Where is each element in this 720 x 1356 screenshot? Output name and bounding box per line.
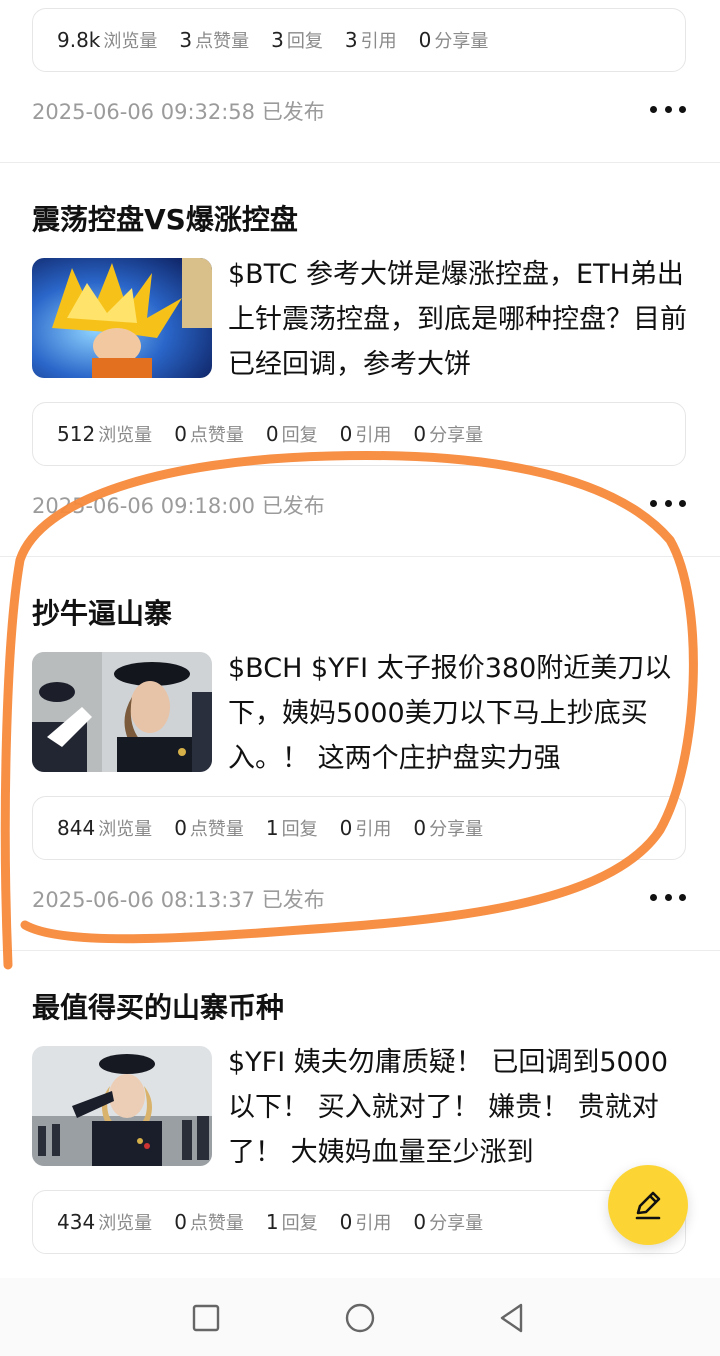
likes-stat[interactable]: 0 点赞量 [174, 815, 244, 841]
views-stat: 512 浏览量 [57, 422, 153, 446]
post-excerpt[interactable]: $YFI 姨夫勿庸质疑！ 已回调到5000以下！ 买入就对了！ 嫌贵！ 贵就对了… [228, 1040, 688, 1175]
post-stats: 9.8k 浏览量 3 点赞量 3 回复 3 引用 0 分享量 [32, 8, 686, 72]
home-button[interactable] [340, 1298, 380, 1338]
more-dots-icon[interactable] [650, 498, 686, 508]
quotes-stat[interactable]: 3 引用 [345, 27, 397, 53]
views-stat: 844 浏览量 [57, 816, 153, 840]
post-excerpt[interactable]: $BTC 参考大饼是爆涨控盘，ETH弟出上针震荡控盘，到底是哪种控盘？目前已经回… [228, 252, 688, 387]
likes-stat[interactable]: 3 点赞量 [179, 27, 249, 53]
publish-time: 2025-06-06 08:13:37 已发布 [32, 888, 325, 912]
divider [0, 556, 720, 557]
post-thumbnail[interactable] [32, 652, 212, 772]
quotes-stat[interactable]: 0 引用 [340, 815, 392, 841]
shares-stat[interactable]: 0 分享量 [413, 1209, 483, 1235]
post-thumbnail[interactable] [32, 1046, 212, 1166]
views-stat: 434 浏览量 [57, 1210, 153, 1234]
likes-stat[interactable]: 0 点赞量 [174, 1209, 244, 1235]
post-excerpt[interactable]: $BCH $YFI 太子报价380附近美刀以下，姨妈5000美刀以下马上抄底买入… [228, 646, 688, 781]
more-dots-icon[interactable] [650, 892, 686, 902]
more-dots-icon[interactable] [650, 104, 686, 114]
system-nav-bar [0, 1278, 720, 1356]
square-icon [192, 1304, 220, 1332]
triangle-back-icon [500, 1303, 523, 1333]
publish-time: 2025-06-06 09:18:00 已发布 [32, 494, 325, 518]
shares-stat[interactable]: 0 分享量 [413, 815, 483, 841]
replies-stat[interactable]: 1 回复 [266, 815, 318, 841]
post-thumbnail[interactable] [32, 258, 212, 378]
quotes-stat[interactable]: 0 引用 [340, 421, 392, 447]
divider [0, 950, 720, 951]
replies-stat[interactable]: 0 回复 [266, 421, 318, 447]
divider [0, 162, 720, 163]
post-stats: 844 浏览量 0 点赞量 1 回复 0 引用 0 分享量 [32, 796, 686, 860]
shares-stat[interactable]: 0 分享量 [419, 27, 489, 53]
post-stats: 434 浏览量 0 点赞量 1 回复 0 引用 0 分享量 [32, 1190, 686, 1254]
post-title[interactable]: 震荡控盘VS爆涨控盘 [32, 198, 298, 238]
post-title[interactable]: 抄牛逼山寨 [32, 592, 172, 632]
shares-stat[interactable]: 0 分享量 [413, 421, 483, 447]
publish-time: 2025-06-06 09:32:58 已发布 [32, 100, 325, 124]
compose-button[interactable] [608, 1165, 688, 1245]
views-stat: 9.8k 浏览量 [57, 28, 158, 52]
replies-stat[interactable]: 3 回复 [271, 27, 323, 53]
recent-apps-button[interactable] [186, 1298, 226, 1338]
quotes-stat[interactable]: 0 引用 [340, 1209, 392, 1235]
circle-icon [345, 1303, 375, 1333]
post-title[interactable]: 最值得买的山寨币种 [32, 986, 284, 1026]
likes-stat[interactable]: 0 点赞量 [174, 421, 244, 447]
pencil-icon [635, 1191, 661, 1220]
replies-stat[interactable]: 1 回复 [266, 1209, 318, 1235]
back-button[interactable] [492, 1298, 532, 1338]
post-stats: 512 浏览量 0 点赞量 0 回复 0 引用 0 分享量 [32, 402, 686, 466]
